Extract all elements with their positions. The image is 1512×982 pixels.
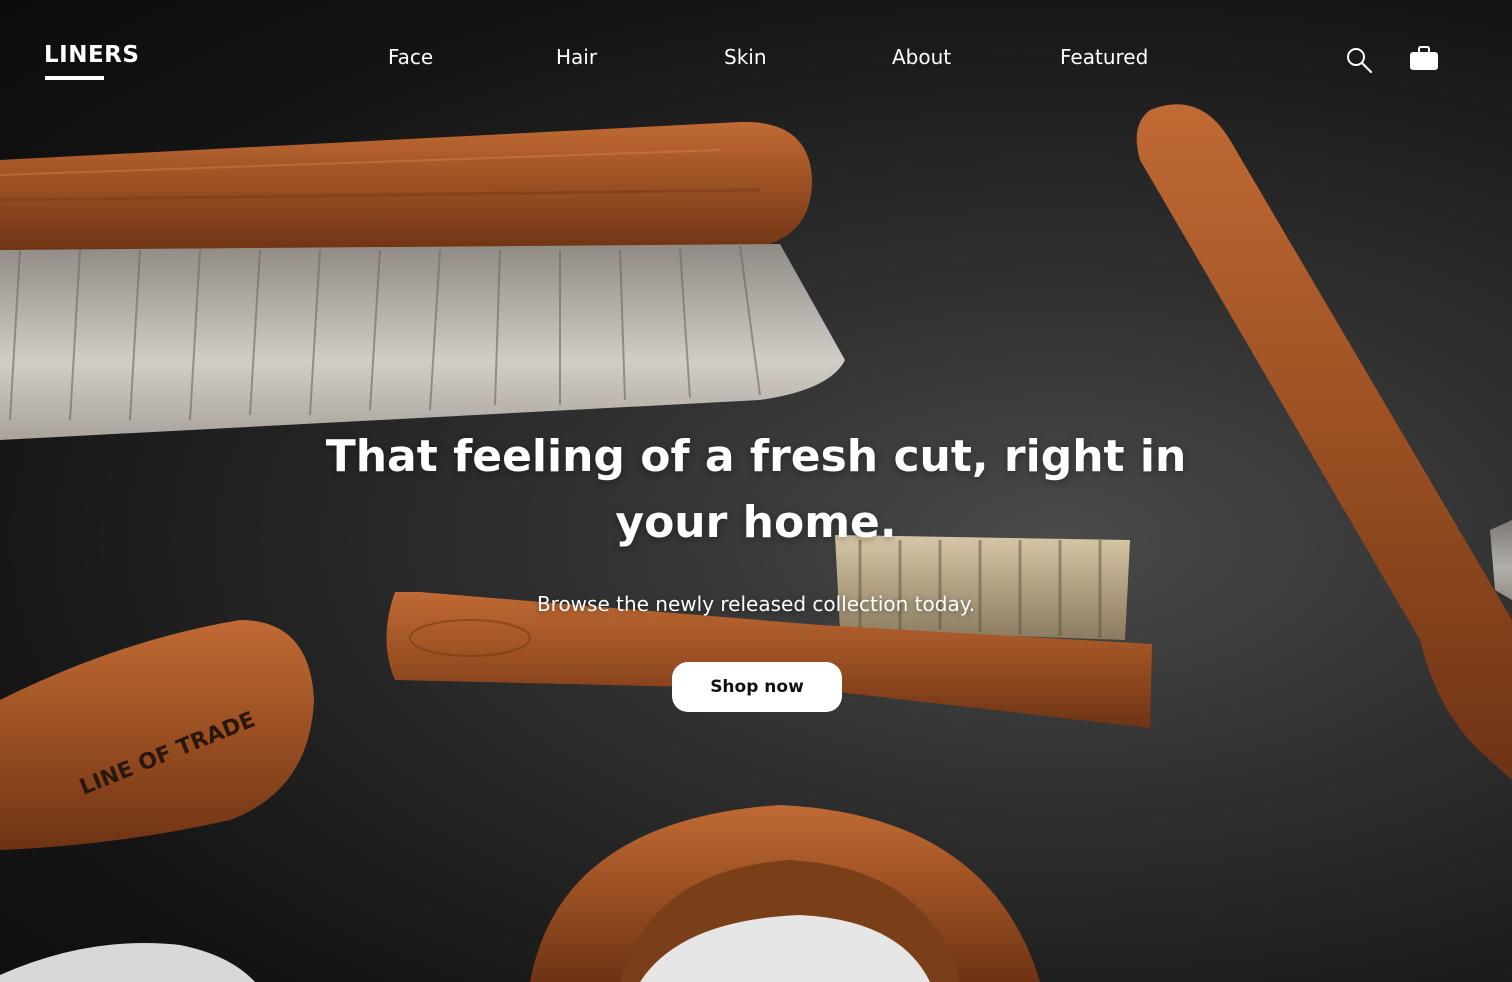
logo-underline [45, 76, 104, 80]
search-icon[interactable] [1344, 45, 1374, 79]
nav-link-about[interactable]: About [892, 45, 951, 69]
round-brush: LINE OF TRADE [0, 620, 314, 850]
hero-subtitle: Browse the newly released collection tod… [536, 592, 976, 616]
large-brush [0, 121, 845, 440]
hero-title: That feeling of a fresh cut, right in yo… [325, 431, 1187, 548]
briefcase-bag-icon[interactable] [1408, 44, 1440, 78]
nav-link-hair[interactable]: Hair [556, 45, 597, 69]
brand-logo[interactable]: LINERS [44, 42, 139, 68]
top-navigation: LINERS Face Hair Skin About Featured [0, 0, 1512, 120]
wooden-bowl [530, 805, 1040, 982]
shop-now-button[interactable]: Shop now [672, 662, 842, 712]
nav-link-face[interactable]: Face [388, 45, 433, 69]
tin-container [0, 943, 255, 982]
nav-link-featured[interactable]: Featured [1060, 45, 1148, 69]
nav-link-skin[interactable]: Skin [724, 45, 767, 69]
